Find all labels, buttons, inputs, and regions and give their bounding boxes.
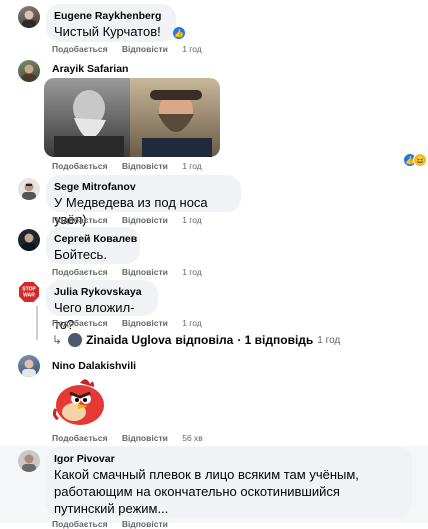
comment-author[interactable]: Сергей Ковалев — [54, 232, 137, 246]
reply-button[interactable]: Відповісти — [122, 318, 168, 328]
comment-bubble: Сергей Ковалев Бойтесь. — [46, 227, 140, 264]
reply-button[interactable]: Відповісти — [122, 215, 168, 225]
avatar — [68, 333, 83, 347]
photo-left — [44, 78, 130, 157]
reply-count[interactable]: · 1 відповідь — [237, 333, 313, 347]
reply-button[interactable]: Відповісти — [122, 44, 168, 54]
like-button[interactable]: Подобається — [52, 215, 108, 225]
like-button[interactable]: Подобається — [52, 318, 108, 328]
avatar[interactable] — [18, 355, 40, 377]
avatar[interactable] — [18, 229, 40, 251]
comment-author[interactable]: Nino Dalakishvili — [52, 359, 136, 373]
comment-time[interactable]: 1 год — [182, 318, 202, 328]
comment-actions: Подобається Відповісти 1 год — [52, 267, 214, 277]
comment-bubble: Eugene Raykhenberg Чистый Курчатов! — [46, 4, 176, 42]
like-button[interactable]: Подобається — [52, 161, 108, 171]
avatar[interactable] — [18, 6, 40, 28]
avatar[interactable] — [18, 178, 40, 200]
comment-author[interactable]: Sege Mitrofanov — [54, 180, 231, 194]
comment-author[interactable]: Igor Pivovar — [54, 452, 402, 466]
like-button[interactable]: Подобається — [52, 519, 108, 529]
reply-button[interactable]: Відповісти — [122, 267, 168, 277]
comment-author[interactable]: Julia Rykovskaya — [54, 285, 148, 299]
avatar[interactable] — [18, 60, 40, 82]
reply-author[interactable]: Zinaida Uglova — [86, 333, 171, 347]
comment-actions: Подобається Відповісти — [52, 519, 180, 529]
comment-text: Бойтесь. — [54, 247, 107, 262]
like-button[interactable]: Подобається — [52, 433, 108, 443]
comment-actions: Подобається Відповісти 1 год — [52, 215, 214, 225]
reaction-count[interactable]: 👍 😆 — [403, 153, 427, 167]
comment-bubble: Julia Rykovskaya Чего вложил-то? — [46, 280, 158, 332]
comment-bubble: Igor Pivovar Какой смачный плевок в лицо… — [46, 447, 412, 517]
like-button[interactable]: Подобається — [52, 44, 108, 54]
photo-right — [130, 78, 220, 157]
reply-button[interactable]: Відповісти — [122, 519, 168, 529]
comment-time[interactable]: 56 хв — [182, 433, 203, 443]
comment-actions: Подобається Відповісти 1 год — [52, 44, 214, 54]
angry-bird-sticker[interactable] — [50, 375, 110, 427]
comment-time[interactable]: 1 год — [182, 44, 202, 54]
comment-image[interactable] — [44, 78, 220, 157]
comment-actions: Подобається Відповісти 56 хв — [52, 433, 215, 443]
comment-text: Чистый Курчатов! — [54, 24, 161, 39]
like-button[interactable]: Подобається — [52, 267, 108, 277]
svg-text:WAR: WAR — [23, 293, 35, 299]
comment-time[interactable]: 1 год — [182, 267, 202, 277]
view-replies-link[interactable]: ↳ Zinaida Uglova відповіла · 1 відповідь… — [52, 333, 340, 347]
like-reaction-icon: 👍 — [172, 26, 186, 40]
comment-time[interactable]: 1 год — [182, 215, 202, 225]
reply-button[interactable]: Відповісти — [122, 433, 168, 443]
thread-line — [36, 306, 38, 340]
haha-reaction-icon: 😆 — [413, 153, 427, 167]
comment-author[interactable]: Eugene Raykhenberg — [54, 9, 166, 23]
reaction-count[interactable]: 👍 — [172, 26, 186, 40]
comment-text: Какой смачный плевок в лицо всяким там у… — [54, 467, 359, 516]
comment-time[interactable]: 1 год — [182, 161, 202, 171]
reply-arrow-icon: ↳ — [52, 333, 63, 347]
reply-time[interactable]: 1 год — [317, 335, 340, 346]
comment-actions: Подобається Відповісти 1 год — [52, 161, 214, 171]
comment-author[interactable]: Arayik Safarian — [52, 62, 128, 76]
reply-button[interactable]: Відповісти — [122, 161, 168, 171]
avatar[interactable] — [18, 450, 40, 472]
comment-actions: Подобається Відповісти 1 год — [52, 318, 214, 328]
stop-war-avatar[interactable]: STOP WAR — [18, 281, 40, 303]
reply-verb: відповіла — [175, 333, 234, 347]
comment-bubble: Sege Mitrofanov У Медведева из под носа … — [46, 175, 241, 227]
